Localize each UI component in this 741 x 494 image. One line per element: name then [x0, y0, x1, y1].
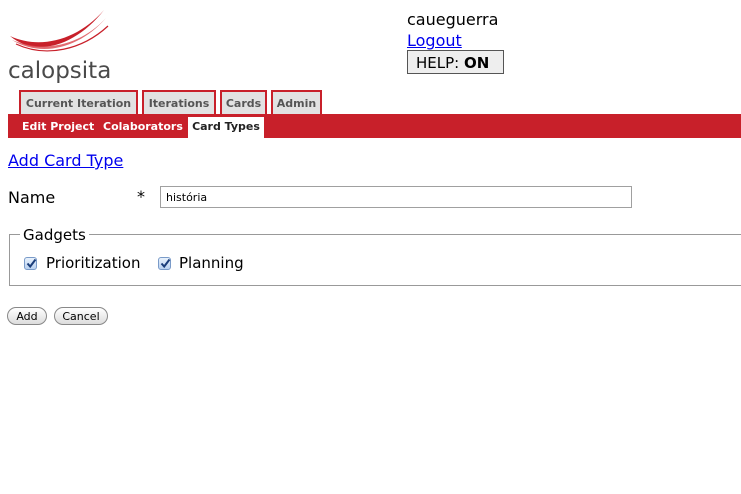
prioritization-checkbox[interactable]: [24, 257, 37, 270]
planning-checkbox[interactable]: [158, 257, 171, 270]
swoosh-logo-icon: [10, 10, 109, 52]
name-label: Name: [8, 188, 56, 207]
help-toggle-button[interactable]: HELP: ON: [407, 50, 504, 74]
subnav-card-types[interactable]: Card Types: [188, 117, 264, 138]
required-marker: *: [137, 187, 145, 206]
checkmark-icon: [26, 258, 37, 269]
logout-link[interactable]: Logout: [407, 31, 462, 50]
tab-admin[interactable]: Admin: [271, 90, 322, 114]
page: calopsita caueguerra Logout HELP: ON Cur…: [0, 0, 741, 494]
gadgets-legend: Gadgets: [20, 226, 89, 244]
help-label: HELP:: [416, 54, 460, 72]
prioritization-label[interactable]: Prioritization: [46, 254, 140, 272]
tab-iterations[interactable]: Iterations: [142, 90, 216, 114]
add-button[interactable]: Add: [7, 307, 47, 325]
tab-current-iteration[interactable]: Current Iteration: [19, 90, 138, 114]
brand-name: calopsita: [8, 58, 112, 84]
name-field[interactable]: [160, 186, 632, 208]
tab-cards[interactable]: Cards: [220, 90, 267, 114]
logo[interactable]: calopsita: [6, 6, 116, 84]
checkmark-icon: [160, 258, 171, 269]
username: caueguerra: [407, 10, 499, 29]
add-card-type-link[interactable]: Add Card Type: [8, 151, 123, 170]
sub-navigation-bar: Edit Project Colaborators Card Types: [8, 114, 741, 138]
cancel-button[interactable]: Cancel: [54, 307, 108, 325]
subnav-colaborators[interactable]: Colaborators: [103, 120, 183, 133]
help-state: ON: [464, 54, 490, 72]
subnav-edit-project[interactable]: Edit Project: [22, 120, 94, 133]
planning-label[interactable]: Planning: [179, 254, 244, 272]
